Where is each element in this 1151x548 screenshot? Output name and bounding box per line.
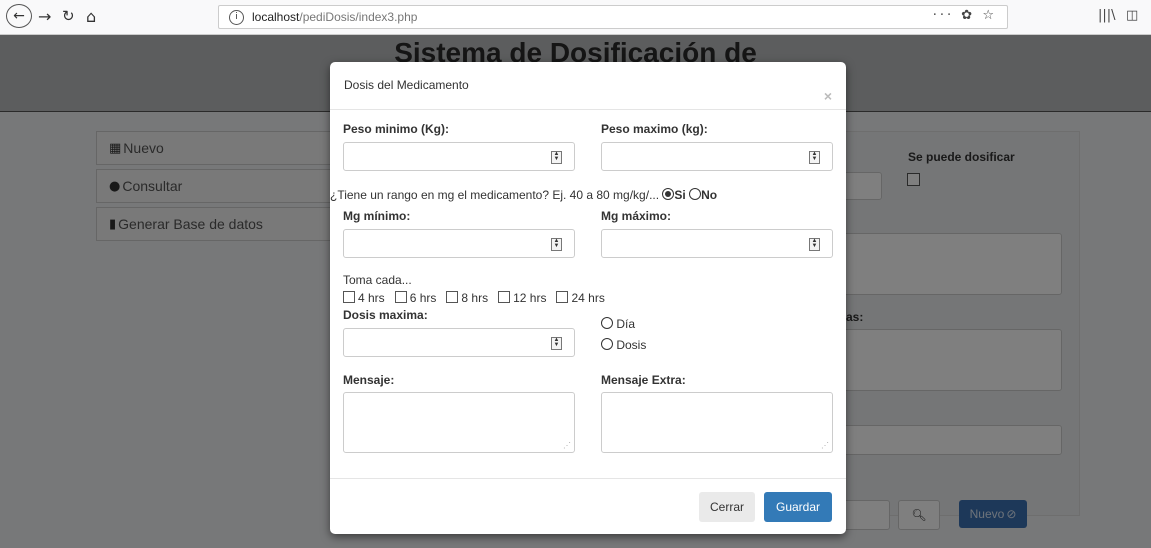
forward-arrow-icon[interactable]: → <box>38 4 51 28</box>
spinner-icon[interactable]: ▲ ▼ <box>809 151 820 164</box>
peso-min-input[interactable]: ▲ ▼ <box>343 142 575 171</box>
mg-max-input[interactable]: ▲ ▼ <box>601 229 833 258</box>
rango-question: ¿Tiene un rango en mg el medicamento? Ej… <box>330 188 660 202</box>
url-host: localhost <box>252 10 300 24</box>
toma-12-checkbox[interactable] <box>498 291 511 303</box>
dia-radio[interactable] <box>601 317 613 329</box>
dosis-radio[interactable] <box>601 338 613 350</box>
modal-header-divider <box>330 109 846 110</box>
peso-max-input[interactable]: ▲ ▼ <box>601 142 833 171</box>
mg-min-input[interactable]: ▲ ▼ <box>343 229 575 258</box>
toma-option-label: 6 hrs <box>409 291 437 305</box>
url-path: /pediDosis/index3.php <box>299 10 418 24</box>
dosis-modal: Dosis del Medicamento × Peso minimo (Kg)… <box>330 62 846 534</box>
browser-toolbar: ← → ↻ ⌂ i localhost/pediDosis/index3.php… <box>0 0 1151 35</box>
close-icon[interactable]: × <box>824 88 832 104</box>
rango-si-radio[interactable] <box>662 188 675 200</box>
guardar-button[interactable]: Guardar <box>764 492 832 522</box>
toma-label: Toma cada... <box>343 273 412 287</box>
spinner-icon[interactable]: ▲ ▼ <box>551 238 562 251</box>
toma-options: 4 hrs 6 hrs 8 hrs 12 hrs 24 hrs <box>343 291 605 305</box>
modal-footer-divider <box>330 478 846 479</box>
peso-min-label: Peso minimo (Kg): <box>343 122 450 136</box>
cerrar-button[interactable]: Cerrar <box>699 492 755 522</box>
mensaje-label: Mensaje: <box>343 373 395 387</box>
url-bar[interactable]: i localhost/pediDosis/index3.php ··· ✿ ☆ <box>218 5 1008 29</box>
mensaje-textarea[interactable]: ⋰ <box>343 392 575 453</box>
mensaje-extra-label: Mensaje Extra: <box>601 373 686 387</box>
toma-option-label: 24 hrs <box>571 291 605 305</box>
dosis-dosis-option: Dosis <box>601 338 646 352</box>
modal-title: Dosis del Medicamento <box>344 78 469 92</box>
toma-4-checkbox[interactable] <box>343 291 355 303</box>
mg-min-label: Mg mínimo: <box>343 209 411 223</box>
rango-row: ¿Tiene un rango en mg el medicamento? Ej… <box>330 188 717 202</box>
info-icon[interactable]: i <box>229 9 244 25</box>
toma-8-checkbox[interactable] <box>446 291 459 303</box>
back-arrow-icon[interactable]: ← <box>6 4 32 28</box>
toma-6-checkbox[interactable] <box>394 291 407 303</box>
toma-option-label: 8 hrs <box>461 291 489 305</box>
spinner-icon[interactable]: ▲ ▼ <box>551 337 562 350</box>
resize-grip-icon[interactable]: ⋰ <box>821 441 829 450</box>
dia-label: Día <box>616 317 636 331</box>
sidebar-toggle-icon[interactable]: ◫ <box>1126 8 1138 23</box>
rango-no-radio[interactable] <box>689 188 702 200</box>
library-icon[interactable]: |||\ <box>1098 8 1116 23</box>
toma-option-label: 12 hrs <box>513 291 547 305</box>
rango-no-label: No <box>701 188 718 202</box>
toma-24-checkbox[interactable] <box>556 291 569 303</box>
dosis-dia-option: Día <box>601 317 635 331</box>
peso-max-label: Peso maximo (kg): <box>601 122 708 136</box>
dosis-label: Dosis <box>616 338 647 352</box>
spinner-icon[interactable]: ▲ ▼ <box>551 151 562 164</box>
dosis-max-label: Dosis maxima: <box>343 308 428 322</box>
spinner-icon[interactable]: ▲ ▼ <box>809 238 820 251</box>
toma-option-label: 4 hrs <box>358 291 385 305</box>
home-icon[interactable]: ⌂ <box>86 4 96 28</box>
resize-grip-icon[interactable]: ⋰ <box>563 441 571 450</box>
reload-icon[interactable]: ↻ <box>62 4 75 28</box>
mg-max-label: Mg máximo: <box>601 209 672 223</box>
page-actions-icons[interactable]: ··· ✿ ☆ <box>933 8 997 23</box>
mensaje-extra-textarea[interactable]: ⋰ <box>601 392 833 453</box>
dosis-max-input[interactable]: ▲ ▼ <box>343 328 575 357</box>
rango-si-label: Si <box>674 188 686 202</box>
